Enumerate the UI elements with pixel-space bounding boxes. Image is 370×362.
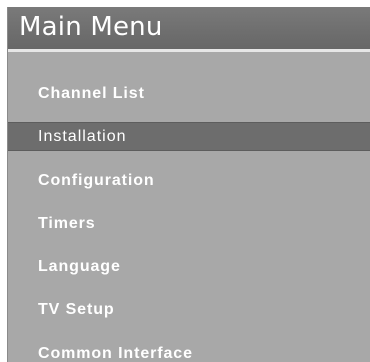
menu-item-tv-setup[interactable]: TV Setup xyxy=(8,295,370,324)
menu-item-configuration[interactable]: Configuration xyxy=(8,166,370,195)
menu-item-label: Common Interface xyxy=(38,344,193,362)
menu-item-label: Configuration xyxy=(38,171,155,189)
menu-header: Main Menu xyxy=(8,7,370,52)
menu-item-common-interface[interactable]: Common Interface xyxy=(8,339,370,362)
menu-item-timers[interactable]: Timers xyxy=(8,209,370,238)
menu-item-label: TV Setup xyxy=(38,300,115,318)
menu-item-label: Channel List xyxy=(38,84,145,102)
menu-item-language[interactable]: Language xyxy=(8,252,370,281)
menu-item-label: Timers xyxy=(38,214,96,232)
menu-item-installation[interactable]: Installation xyxy=(8,122,370,151)
main-menu-panel: Main Menu Channel List Installation Conf… xyxy=(7,7,370,362)
menu-item-label: Installation xyxy=(38,127,127,145)
menu-title: Main Menu xyxy=(19,12,163,42)
menu-item-label: Language xyxy=(38,257,121,275)
menu-item-channel-list[interactable]: Channel List xyxy=(8,79,370,108)
